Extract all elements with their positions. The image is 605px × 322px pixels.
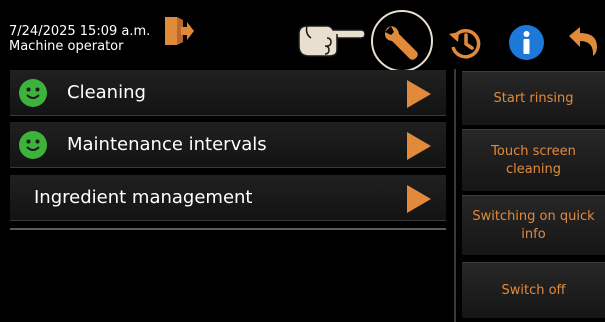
touch-screen-cleaning-button[interactable]: Touch screen cleaning: [462, 129, 605, 191]
smiley-icon: [19, 79, 47, 107]
play-arrow-icon[interactable]: [407, 132, 431, 160]
pointing-hand-icon: [298, 25, 365, 57]
menu-item-cleaning[interactable]: Cleaning: [10, 70, 446, 116]
history-icon[interactable]: [447, 25, 483, 61]
switch-off-button[interactable]: Switch off: [462, 262, 605, 318]
logout-icon[interactable]: [161, 15, 195, 47]
menu-item-label: Maintenance intervals: [67, 134, 267, 155]
menu-item-label: Ingredient management: [34, 187, 253, 208]
datetime-label: 7/24/2025 15:09 a.m.: [9, 24, 151, 39]
user-role-label: Machine operator: [9, 39, 124, 54]
list-divider: [10, 228, 446, 230]
menu-item-label: Cleaning: [67, 82, 146, 103]
menu-item-maintenance-intervals[interactable]: Maintenance intervals: [10, 122, 446, 168]
play-arrow-icon[interactable]: [407, 185, 431, 213]
info-icon[interactable]: [508, 24, 545, 61]
screen: 7/24/2025 15:09 a.m. Machine operator Cl…: [0, 0, 605, 322]
quick-info-button[interactable]: Switching on quick info: [462, 195, 605, 255]
wrench-icon[interactable]: [383, 24, 421, 62]
menu-item-ingredient-management[interactable]: Ingredient management: [10, 175, 446, 221]
smiley-icon: [19, 131, 47, 159]
play-arrow-icon[interactable]: [407, 80, 431, 108]
back-icon[interactable]: [567, 25, 599, 57]
start-rinsing-button[interactable]: Start rinsing: [462, 71, 605, 125]
panel-divider: [454, 69, 456, 322]
